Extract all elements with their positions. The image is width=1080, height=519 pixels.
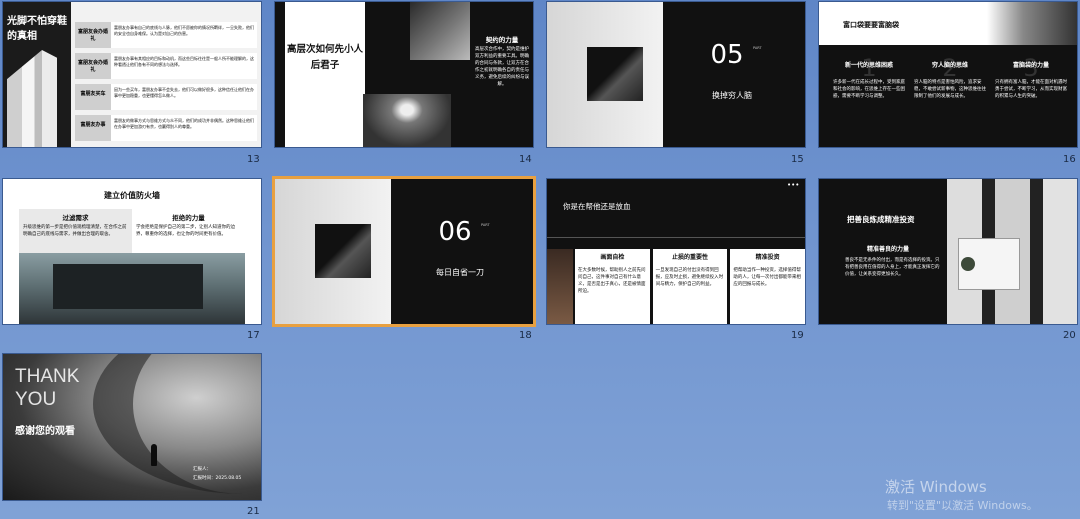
slide-19-col-text: 把帮助当作一种投资，选择值得帮助的人，让每一次付出都能带来相应的回报与成长。 [733, 268, 801, 287]
slide-19-col-heading: 止损的重要性 [672, 254, 709, 261]
slide-13-row-text: 富朋友办事有自己的底线与人脉，他们不愿被你的情况所羁绊，一旦失败，他们的安全也自… [114, 25, 254, 36]
slide-17-title: 建立价值防火墙 [104, 191, 160, 200]
slide-19-col-text: 在大多数时候，帮助别人之前先问问自己，这件事对自己有什么意义，是否是出于真心，还… [578, 268, 646, 294]
slide-16-col-heading: 新一代的思维困惑 [844, 62, 893, 69]
slide-16-column: 3 富脑袋的力量 只有拥有富人脑，才能在面对机遇时勇于尝试，不断学习，从而实现财… [995, 54, 1067, 100]
slide-17-box-heading: 拒绝的力量 [172, 214, 205, 222]
windows-activation-hint: 转到"设置"以激活 Windows。 [887, 499, 1038, 512]
slide-13-row-text: 富朋友办事有其相应的目标和动机，而这些目标往往是一般人所不能理解的，这种看透让他… [114, 56, 254, 67]
windows-activation-title: 激活 Windows [885, 478, 987, 496]
slide-14-white-panel [285, 2, 365, 147]
slide-number-20: 20 [1063, 330, 1076, 341]
slide-13-row-label: 富朋友会办婚礼 [75, 22, 111, 48]
slide-thumbnail-13[interactable]: 光脚不怕穿鞋的真相 富朋友会办婚礼 富朋友办事有自己的底线与人脉，他们不愿被你的… [3, 2, 261, 147]
slide-14-title: 高层次如何先小人后君子 [287, 44, 364, 71]
slide-15-subtitle: 换掉穷人脑 [712, 91, 752, 100]
slide-19-columns: 画面自检 在大多数时候，帮助别人之前先问问自己，这件事对自己有什么意义，是否是出… [575, 249, 805, 324]
slide-13-row-label: 富朋友办事 [75, 115, 111, 141]
slide-17-box-left: 过滤需求 升级思维的第一步是把价值观梳理清楚，在合作之前明确自己的底线与需求，并… [19, 209, 132, 253]
slide-13-row-label: 富朋友买车 [75, 84, 111, 110]
slide-16-col-text: 穷人脑的特点是害怕风险，追求安稳，不敢尝试新事物，这种思维往往限制了他们的发展与… [914, 80, 986, 99]
slide-number-19: 19 [791, 330, 804, 341]
slide-13-row: 富朋友会办婚礼 富朋友办事有自己的底线与人脉，他们不愿被你的情况所羁绊，一旦失败… [75, 22, 257, 48]
slide-13-row: 富朋友买车 因为一些买车，富朋友办事不会失去，他们可以做好很多，这种信任让他们在… [75, 84, 257, 110]
slide-16-col-heading: 富脑袋的力量 [1012, 62, 1049, 69]
slide-19-col-heading: 画面自检 [600, 254, 625, 261]
slide-13-row: 富朋友办事 富朋友的做事方式与思维方式与众不同，他们的成功并非偶然。这种思维让他… [75, 115, 257, 141]
slide-13-row-label: 富朋友会办婚礼 [75, 53, 111, 79]
slide-number-21: 21 [247, 506, 260, 517]
slide-20-title: 把善良炼成精准投资 [847, 215, 915, 224]
slide-19-col-text: 一旦发现自己的付出没有得到回报，应及时止损，避免继续投入时间与精力，保护自己的利… [655, 268, 724, 287]
slide-14-stairs-image [410, 2, 470, 60]
slide-20-text: 善良不是无条件的付出，而是有选择的投资。只有把善良用在值得的人身上，才能真正发挥… [845, 258, 940, 277]
slide-18-part-label: PART [481, 223, 490, 227]
slide-21-reporter: 汇报人： [193, 467, 211, 472]
slide-number-18: 18 [519, 330, 532, 341]
slide-14-side-text: 高层次合作中，契约是维护双方利益的重要工具。明确的合同与条款，让双方在合作之初就… [475, 47, 529, 87]
slide-20-sub-heading: 精准善良的力量 [866, 246, 909, 253]
slide-17-box-text: 学会拒绝是保护自己的第二步，让别人知道你的边界，尊重你的选择，也让你的时间更有价… [136, 225, 235, 237]
slide-number-17: 17 [247, 330, 260, 341]
slide-16-title: 富口袋要要富脑袋 [843, 21, 899, 29]
slide-number-15: 15 [791, 154, 804, 165]
slide-number-16: 16 [1063, 154, 1076, 165]
slide-19-col-heading: 精准投资 [755, 254, 780, 261]
slide-16-column: 2 穷人脑的思维 穷人脑的特点是害怕风险，追求安稳，不敢尝试新事物，这种思维往往… [914, 54, 986, 100]
slide-21-you: YOU [15, 389, 57, 410]
slide-16-building-image [987, 2, 1077, 45]
slide-18-subtitle: 每日自省一刀 [436, 268, 484, 277]
slide-16-col-text: 许多新一代在成长过程中，受到家庭和社会的影响，在思维上存在一些困惑，需要不断学习… [833, 80, 905, 99]
slide-19-column: 止损的重要性 一旦发现自己的付出没有得到回报，应及时止损，避免继续投入时间与精力… [652, 249, 728, 324]
slide-18-part-number: 06 [438, 217, 472, 247]
slide-thumbnail-20[interactable]: 把善良炼成精准投资 精准善良的力量 善良不是无条件的付出，而是有选择的投资。只有… [819, 179, 1077, 324]
slide-number-14: 14 [519, 154, 532, 165]
slide-17-box-text: 升级思维的第一步是把价值观梳理清楚，在合作之前明确自己的底线与需求，并做出合理的… [23, 225, 127, 237]
slide-thumbnail-15[interactable]: 05 PART 换掉穷人脑 [547, 2, 805, 147]
slide-14-room-image [363, 94, 451, 147]
slide-thumbnail-19[interactable]: 你是在帮他还是放血 ••• 画面自检 在大多数时候，帮助别人之前先问问自己，这件… [547, 179, 805, 324]
slide-17-box-right: 拒绝的力量 学会拒绝是保护自己的第二步，让别人知道你的边界，尊重你的选择，也让你… [132, 209, 245, 253]
slide-19-divider [547, 237, 805, 238]
slide-21-time: 汇报时间：2025.08.05 [193, 476, 242, 481]
slide-19-dots: ••• [787, 181, 800, 189]
slide-13-title: 光脚不怕穿鞋的真相 [7, 16, 67, 42]
slide-19-column: 精准投资 把帮助当作一种投资，选择值得帮助的人，让每一次付出都能带来相应的回报与… [730, 249, 805, 324]
slide-21-thank: THANK [15, 366, 80, 387]
slide-13-row-text: 富朋友的做事方式与思维方式与众不同，他们的成功并非偶然。这种思维让他们在办事中更… [114, 118, 254, 129]
slide-15-part-number: 05 [710, 40, 744, 70]
slide-13-row-text: 因为一些买车，富朋友办事不会失去，他们可以做好很多，这种信任让他们在办事中更加稳… [114, 87, 254, 98]
slide-14-side-title: 契约的力量 [485, 36, 519, 44]
slide-21-message: 感谢您的观看 [15, 426, 75, 437]
slide-19-left-image [547, 249, 573, 324]
slide-thumbnail-16[interactable]: 富口袋要要富脑袋 1 新一代的思维困惑 许多新一代在成长过程中，受到家庭和社会的… [819, 2, 1077, 147]
slide-16-column: 1 新一代的思维困惑 许多新一代在成长过程中，受到家庭和社会的影响，在思维上存在… [833, 54, 905, 100]
slide-15-part-label: PART [753, 46, 762, 50]
slide-20-tree-icon [961, 257, 975, 271]
slide-thumbnail-14[interactable]: 高层次如何先小人后君子 契约的力量 高层次合作中，契约是维护双方利益的重要工具。… [275, 2, 533, 147]
slide-thumbnail-18[interactable]: 06 PART 每日自省一刀 [272, 176, 536, 327]
slide-number-13: 13 [247, 154, 260, 165]
slide-thumbnail-21[interactable]: THANK YOU 感谢您的观看 汇报人： 汇报时间：2025.08.05 [3, 354, 261, 500]
slide-13-rows: 富朋友会办婚礼 富朋友办事有自己的底线与人脉，他们不愿被你的情况所羁绊，一旦失败… [75, 22, 257, 141]
slide-18-image [315, 224, 371, 278]
slide-17-building-block [53, 264, 203, 309]
slide-21-curve [93, 354, 261, 494]
slide-19-title: 你是在帮他还是放血 [563, 202, 631, 211]
slide-19-column: 画面自检 在大多数时候，帮助别人之前先问问自己，这件事对自己有什么意义，是否是出… [575, 249, 650, 324]
slide-17-box-heading: 过滤需求 [62, 214, 89, 222]
slide-16-col-text: 只有拥有富人脑，才能在面对机遇时勇于尝试，不断学习，从而实现财富的积累与人生的突… [995, 80, 1067, 99]
slide-thumbnail-17[interactable]: 建立价值防火墙 过滤需求 升级思维的第一步是把价值观梳理清楚，在合作之前明确自己… [3, 179, 261, 324]
slide-16-col-heading: 穷人脑的思维 [931, 62, 968, 69]
slide-16-columns: 1 新一代的思维困惑 许多新一代在成长过程中，受到家庭和社会的影响，在思维上存在… [833, 54, 1067, 100]
slide-21-person-icon [151, 444, 157, 466]
slide-15-image [587, 47, 643, 101]
slide-13-row: 富朋友会办婚礼 富朋友办事有其相应的目标和动机，而这些目标往往是一般人所不能理解… [75, 53, 257, 79]
